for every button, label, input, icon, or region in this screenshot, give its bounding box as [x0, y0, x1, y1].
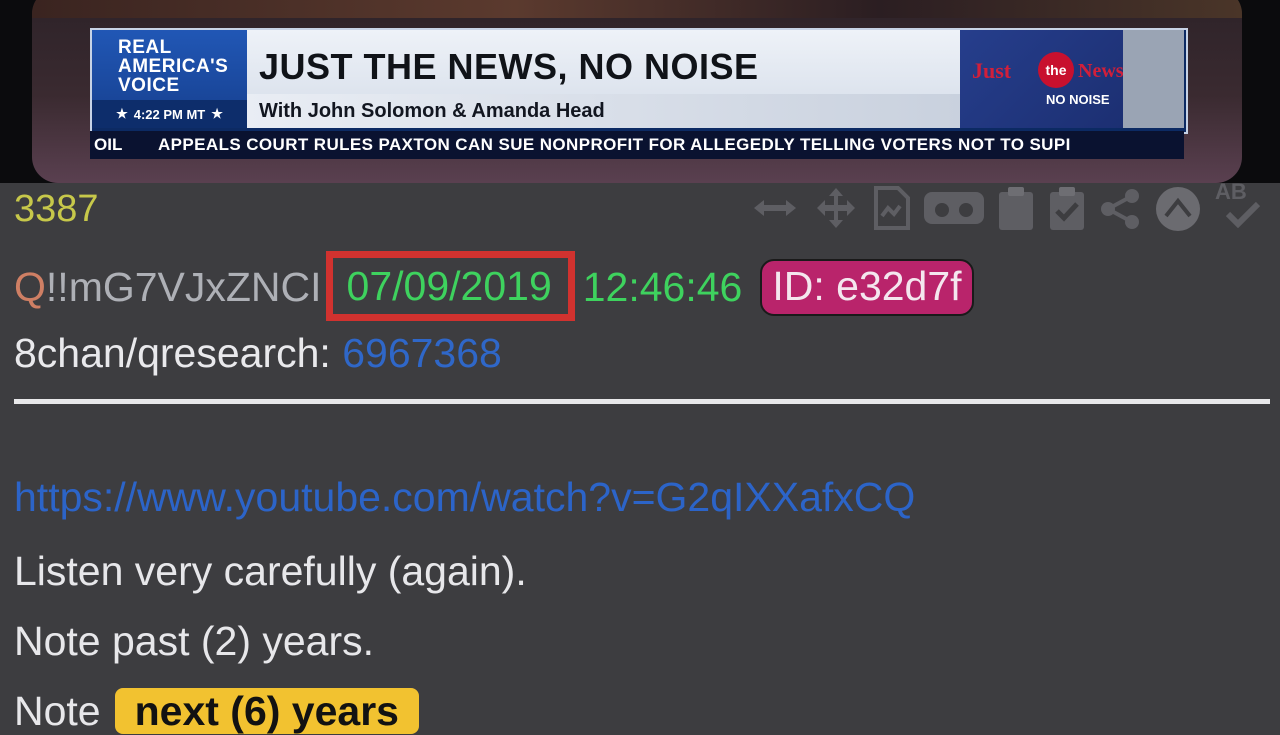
- board-post-link[interactable]: 6967368: [342, 330, 502, 376]
- share-icon[interactable]: [1098, 188, 1142, 230]
- board-name: 8chan/qresearch:: [14, 330, 331, 376]
- broadcast-time: ★ 4:22 PM MT ★: [92, 100, 247, 128]
- post-number: 3387: [14, 188, 99, 230]
- author-name: Q: [14, 263, 46, 310]
- brand-logo-the: the: [1038, 52, 1074, 88]
- post-divider: [14, 399, 1270, 404]
- translate-icon[interactable]: AB: [1215, 180, 1265, 230]
- network-logo: REAL AMERICA'S VOICE ★ 4:22 PM MT ★: [92, 30, 247, 128]
- brand-logo-tagline: NO NOISE: [1046, 92, 1110, 107]
- board-reference: 8chan/qresearch: 6967368: [14, 330, 502, 377]
- move-icon[interactable]: [811, 186, 861, 230]
- post-time: 12:46:46: [582, 263, 743, 310]
- show-title: JUST THE NEWS, NO NOISE: [259, 46, 759, 87]
- show-subtitle: With John Solomon & Amanda Head: [259, 100, 605, 122]
- date-highlight-box: 07/09/2019: [325, 251, 575, 321]
- tripcode: !!mG7VJxZNCI: [45, 263, 322, 310]
- network-logo-text: REAL AMERICA'S VOICE: [118, 37, 229, 96]
- post-text-line: Note past (2) years.: [14, 618, 375, 664]
- resize-horizontal-icon[interactable]: [750, 188, 800, 228]
- post-text-prefix: Note: [14, 688, 101, 734]
- up-arrow-circle-icon[interactable]: [1155, 186, 1201, 232]
- brand-logo: Just the News. NO NOISE: [960, 30, 1129, 128]
- clipboard-check-icon[interactable]: [1048, 186, 1086, 232]
- highlighted-text: next (6) years: [114, 688, 419, 734]
- post-text-line: Note next (6) years: [14, 688, 419, 735]
- post-toolbar: AB: [745, 180, 1275, 236]
- youtube-link[interactable]: https://www.youtube.com/watch?v=G2qIXXaf…: [14, 474, 915, 521]
- video-player[interactable]: REAL AMERICA'S VOICE ★ 4:22 PM MT ★ JUST…: [0, 0, 1280, 183]
- brand-logo-word-right: News.: [1078, 60, 1129, 82]
- show-subtitle-bar: With John Solomon & Amanda Head: [247, 94, 960, 128]
- news-ticker: OIL APPEALS COURT RULES PAXTON CAN SUE N…: [90, 131, 1184, 159]
- studio-background: [32, 0, 1242, 18]
- vr-headset-icon[interactable]: [922, 190, 986, 226]
- poster-id-badge[interactable]: ID: e32d7f: [760, 258, 974, 316]
- broadcast-time-label: 4:22 PM MT: [133, 106, 206, 122]
- brand-logo-word-left: Just: [972, 58, 1012, 83]
- brand-panel-edge: [1123, 30, 1184, 128]
- show-title-box: JUST THE NEWS, NO NOISE With John Solomo…: [247, 30, 960, 128]
- document-icon[interactable]: [872, 186, 912, 230]
- star-icon: ★: [116, 106, 128, 121]
- ticker-fragment: OIL: [94, 135, 123, 154]
- post-date: 07/09/2019: [346, 263, 552, 309]
- ticker-text: APPEALS COURT RULES PAXTON CAN SUE NONPR…: [158, 135, 1071, 154]
- star-icon: ★: [211, 106, 223, 121]
- clipboard-icon[interactable]: [997, 186, 1035, 232]
- post-text-line: Listen very carefully (again).: [14, 548, 527, 594]
- post-meta: Q !!mG7VJxZNCI 07/09/2019 12:46:46 ID: e…: [14, 251, 974, 322]
